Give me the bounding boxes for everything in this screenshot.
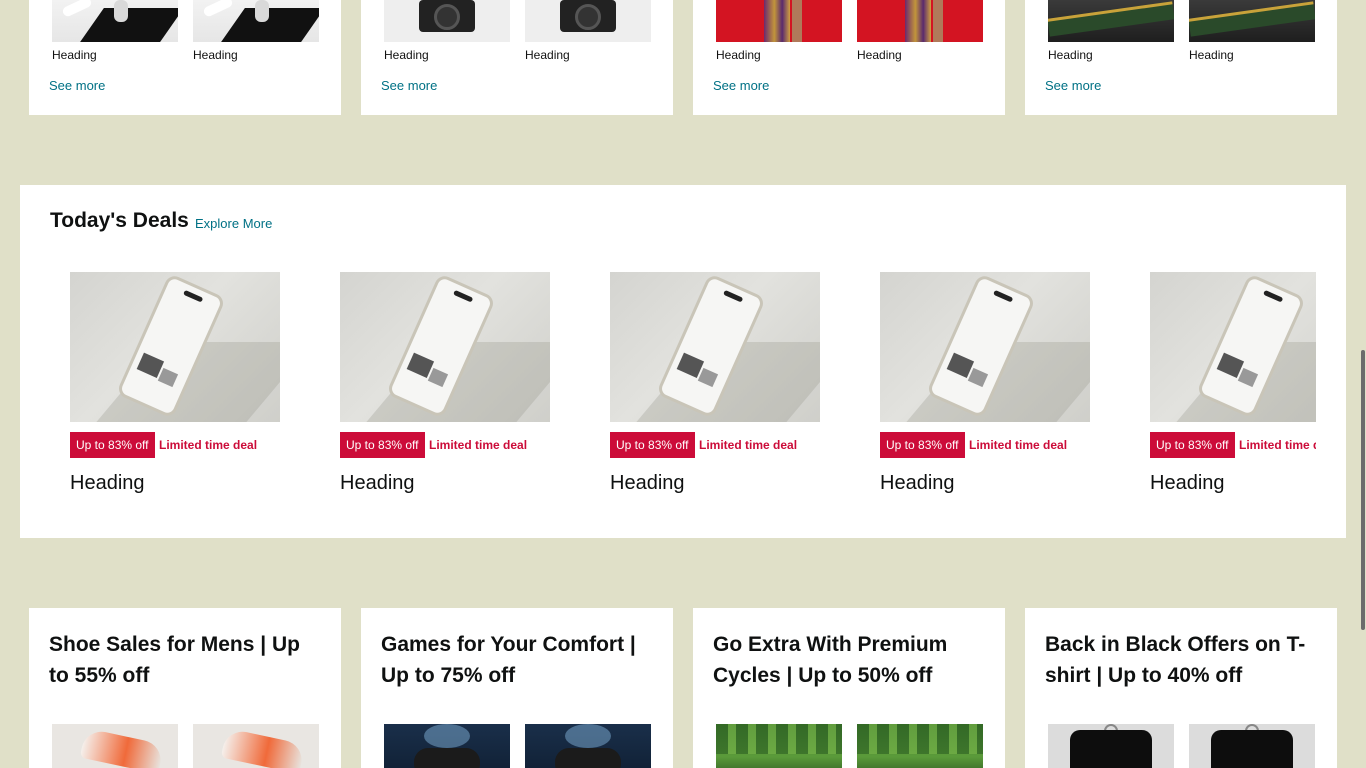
deal-heading[interactable]: Heading — [70, 472, 145, 495]
product-thumbnail[interactable] — [716, 724, 842, 768]
product-thumbnail[interactable] — [1048, 724, 1174, 768]
see-more-link[interactable]: See more — [381, 78, 437, 93]
promo-card-shoes: Shoe Sales for Mens | Up to 55% off — [29, 608, 341, 768]
deals-carousel[interactable]: Up to 83% off Limited time deal Heading … — [70, 272, 1316, 512]
product-thumbnail[interactable] — [193, 724, 319, 768]
promo-title: Shoe Sales for Mens | Up to 55% off — [49, 633, 300, 687]
product-thumbnail[interactable] — [193, 0, 319, 42]
product-thumbnail[interactable] — [525, 0, 651, 42]
product-thumbnail[interactable] — [1189, 724, 1315, 768]
deal-product-image[interactable] — [340, 272, 550, 422]
product-thumbnail[interactable] — [857, 0, 983, 42]
see-more-link[interactable]: See more — [1045, 78, 1101, 93]
todays-deals-section: Today's Deals Explore More Up to 83% off… — [20, 185, 1346, 538]
product-label[interactable]: Heading — [1048, 48, 1093, 62]
product-thumbnail[interactable] — [525, 724, 651, 768]
deal-product-image[interactable] — [610, 272, 820, 422]
deal-heading[interactable]: Heading — [340, 472, 415, 495]
product-label[interactable]: Heading — [1189, 48, 1234, 62]
deal-heading[interactable]: Heading — [880, 472, 955, 495]
deal-card[interactable]: Up to 83% off Limited time deal Heading — [1150, 272, 1316, 494]
deal-heading[interactable]: Heading — [610, 472, 685, 495]
see-more-link[interactable]: See more — [49, 78, 105, 93]
deal-card[interactable]: Up to 83% off Limited time deal Heading — [70, 272, 280, 494]
category-card-4: Heading Heading See more — [1025, 0, 1337, 115]
deals-title: Today's Deals — [50, 209, 189, 232]
deal-card[interactable]: Up to 83% off Limited time deal Heading — [340, 272, 550, 494]
product-thumbnail[interactable] — [384, 0, 510, 42]
product-label[interactable]: Heading — [384, 48, 429, 62]
product-label[interactable]: Heading — [52, 48, 97, 62]
limited-deal-label: Limited time deal — [1239, 438, 1316, 452]
limited-deal-label: Limited time deal — [159, 438, 258, 452]
deal-product-image[interactable] — [70, 272, 280, 422]
promo-title: Games for Your Comfort | Up to 75% off — [381, 633, 636, 687]
deal-product-image[interactable] — [880, 272, 1090, 422]
category-card-1: Heading Heading See more — [29, 0, 341, 115]
see-more-link[interactable]: See more — [713, 78, 769, 93]
product-thumbnail[interactable] — [1048, 0, 1174, 42]
category-card-2: Heading Heading See more — [361, 0, 673, 115]
promo-title: Go Extra With Premium Cycles | Up to 50%… — [713, 633, 948, 687]
product-label[interactable]: Heading — [857, 48, 902, 62]
product-thumbnail[interactable] — [857, 724, 983, 768]
product-label[interactable]: Heading — [525, 48, 570, 62]
discount-badge: Up to 83% off — [1150, 432, 1235, 458]
category-cards-row: Heading Heading See more Heading Heading… — [0, 0, 1366, 115]
product-thumbnail[interactable] — [1189, 0, 1315, 42]
discount-badge: Up to 83% off — [610, 432, 695, 458]
product-thumbnail[interactable] — [52, 724, 178, 768]
deal-card[interactable]: Up to 83% off Limited time deal Heading — [880, 272, 1090, 494]
product-thumbnail[interactable] — [384, 724, 510, 768]
promo-card-games: Games for Your Comfort | Up to 75% off — [361, 608, 673, 768]
product-thumbnail[interactable] — [716, 0, 842, 42]
promo-title: Back in Black Offers on T-shirt | Up to … — [1045, 633, 1306, 687]
discount-badge: Up to 83% off — [340, 432, 425, 458]
limited-deal-label: Limited time deal — [699, 438, 798, 452]
product-thumbnail[interactable] — [52, 0, 178, 42]
discount-badge: Up to 83% off — [70, 432, 155, 458]
product-label[interactable]: Heading — [193, 48, 238, 62]
discount-badge: Up to 83% off — [880, 432, 965, 458]
product-label[interactable]: Heading — [716, 48, 761, 62]
deal-heading[interactable]: Heading — [1150, 472, 1225, 495]
deal-product-image[interactable] — [1150, 272, 1316, 422]
explore-more-link[interactable]: Explore More — [195, 216, 272, 231]
limited-deal-label: Limited time deal — [969, 438, 1068, 452]
limited-deal-label: Limited time deal — [429, 438, 528, 452]
page-scrollbar[interactable] — [1361, 350, 1365, 630]
promo-card-tshirts: Back in Black Offers on T-shirt | Up to … — [1025, 608, 1337, 768]
promo-card-cycles: Go Extra With Premium Cycles | Up to 50%… — [693, 608, 1005, 768]
deal-card[interactable]: Up to 83% off Limited time deal Heading — [610, 272, 820, 494]
category-card-3: Heading Heading See more — [693, 0, 1005, 115]
